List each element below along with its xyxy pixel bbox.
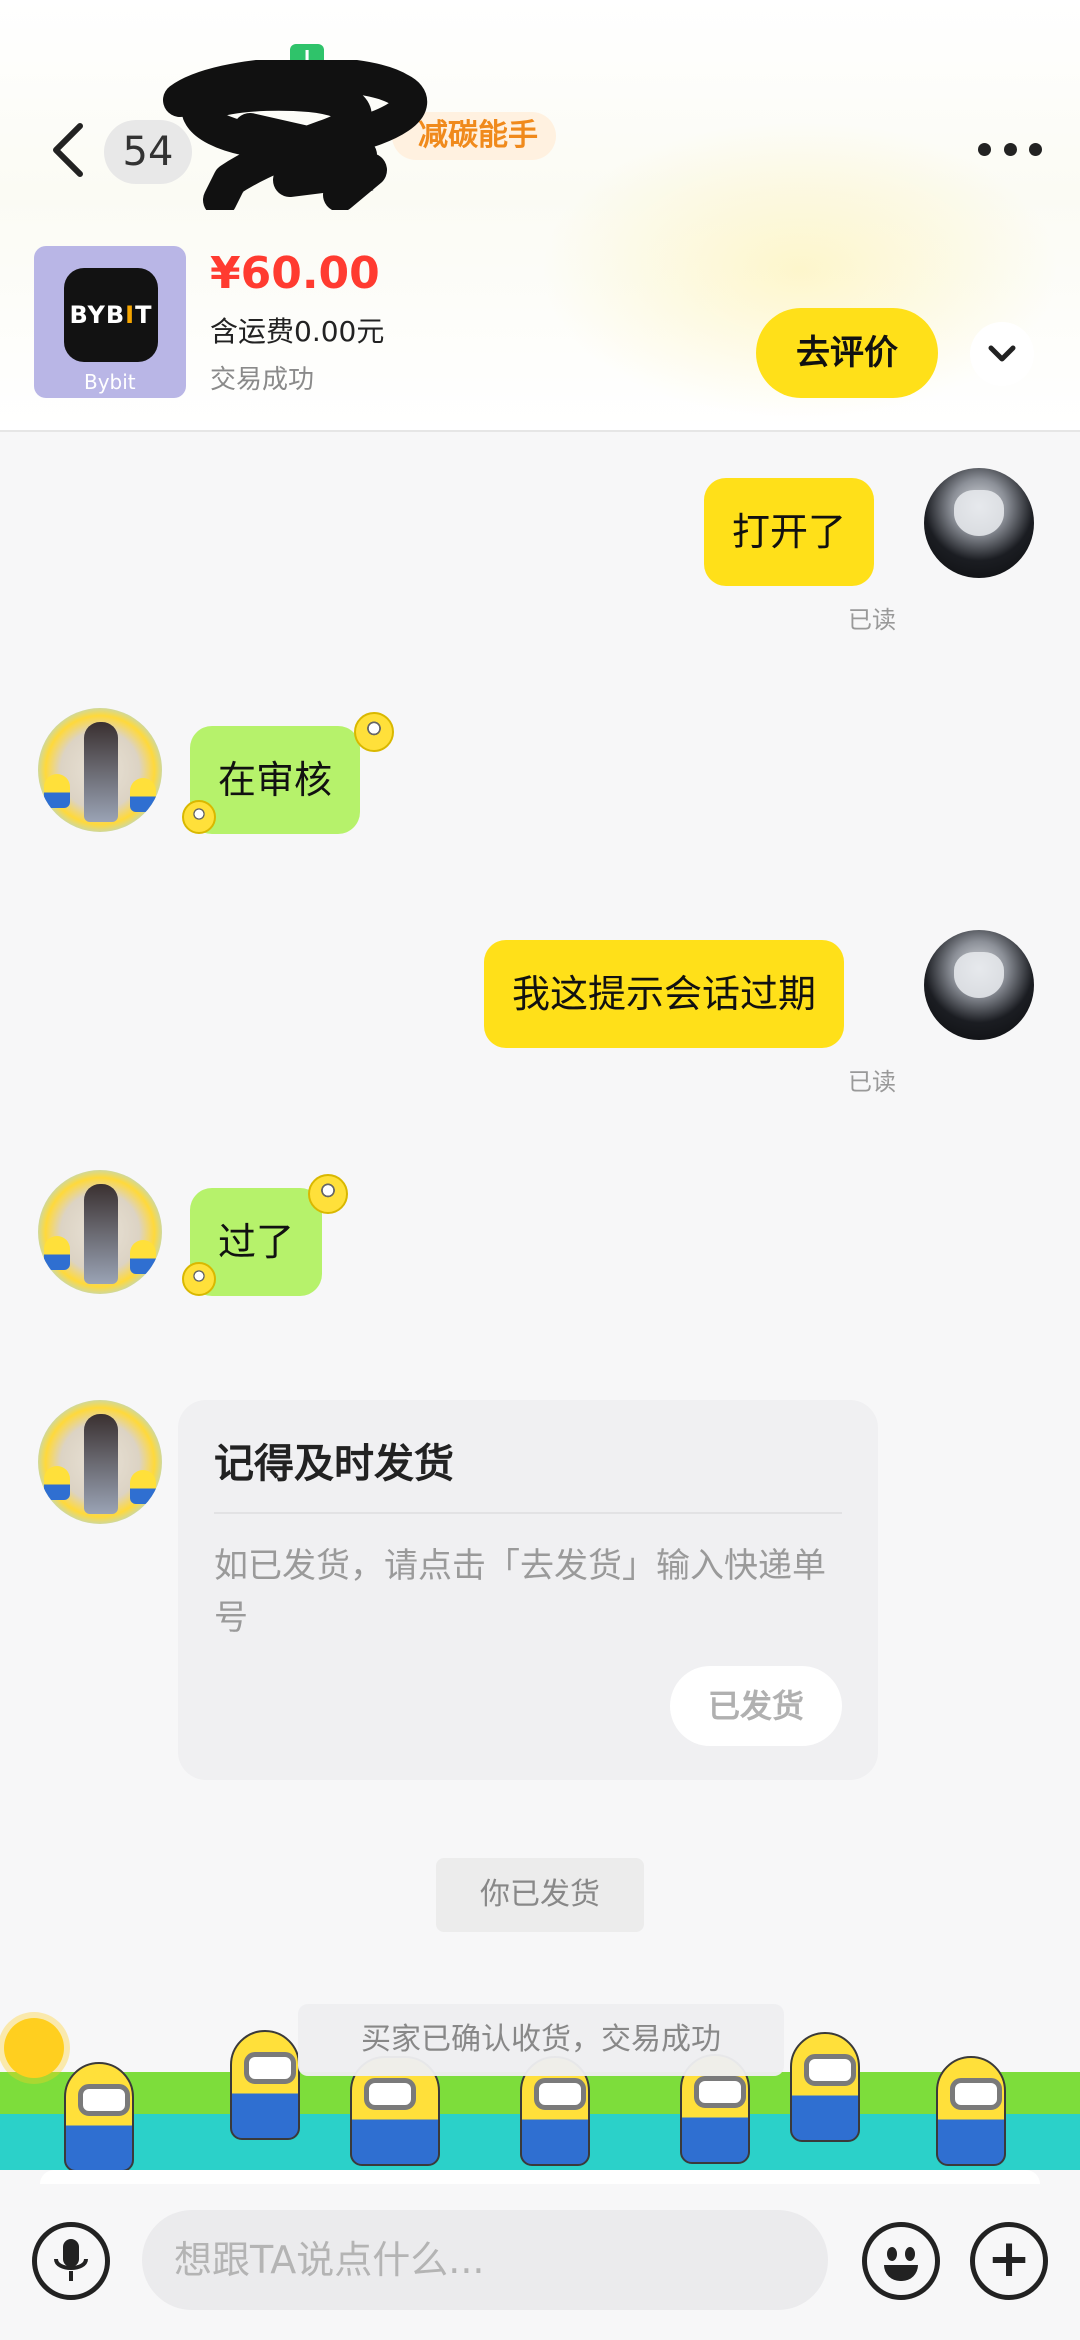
read-receipt: 已读 — [848, 606, 896, 634]
avatar-minion — [44, 774, 70, 808]
bybit-logo: BYBIT — [64, 268, 158, 362]
review-button[interactable]: 去评价 — [756, 308, 938, 398]
back-arrow-icon — [53, 123, 83, 177]
peer-avatar[interactable] — [38, 1400, 162, 1524]
shipped-button[interactable]: 已发货 — [670, 1666, 842, 1746]
card-title: 记得及时发货 — [214, 1441, 454, 1487]
shipping-reminder-card: 记得及时发货 如已发货，请点击「去发货」输入快递单号 已发货 — [178, 1400, 878, 1780]
avatar-minion — [44, 1236, 70, 1270]
avatar-minion — [130, 1470, 156, 1504]
message-input[interactable] — [142, 2210, 828, 2310]
avatar-minion — [44, 1466, 70, 1500]
minion-figure — [790, 2032, 860, 2142]
chevron-down-icon — [988, 345, 1016, 362]
system-note-confirmed: 买家已确认收货，交易成功 — [298, 2004, 784, 2076]
peer-avatar[interactable] — [38, 708, 162, 832]
card-divider — [214, 1512, 842, 1514]
expand-button[interactable] — [970, 322, 1034, 386]
product-price: ¥60.00 — [210, 248, 380, 299]
bubble-minion-decoration — [354, 712, 394, 752]
message-bubble-self[interactable]: 我这提示会话过期 — [484, 940, 845, 1048]
emoji-icon — [887, 2247, 897, 2261]
avatar-minion — [130, 778, 156, 812]
avatar-person — [84, 1414, 118, 1514]
minion-figure — [936, 2056, 1006, 2166]
bubble-minion-decoration — [182, 800, 216, 834]
shipping-fee: 含运费0.00元 — [210, 315, 385, 348]
redaction-scribble — [163, 60, 427, 210]
trade-status: 交易成功 — [210, 365, 315, 395]
chat-header: ↓ 54 会 *1 减碳能手 BYBIT Bybit ¥60.00 含运费0.00… — [0, 0, 1080, 432]
plus-icon: + — [987, 2229, 1031, 2289]
minion-figure — [230, 2030, 300, 2140]
sun-icon — [4, 2018, 64, 2078]
back-button[interactable] — [44, 120, 94, 180]
emoji-eye — [905, 2247, 915, 2261]
more-options-button[interactable] — [978, 134, 1042, 164]
self-avatar[interactable] — [924, 468, 1034, 578]
avatar-person — [84, 1184, 118, 1284]
input-bar: + — [0, 2170, 1080, 2340]
product-thumbnail[interactable]: BYBIT Bybit — [34, 246, 186, 398]
avatar-person — [84, 722, 118, 822]
minion-figure — [64, 2062, 134, 2170]
system-note-shipped: 你已发货 — [436, 1858, 644, 1932]
avatar-minion — [130, 1240, 156, 1274]
self-avatar[interactable] — [924, 930, 1034, 1040]
voice-icon — [54, 2239, 88, 2281]
product-thumb-brand: Bybit — [84, 370, 136, 394]
emoji-mouth — [884, 2265, 918, 2281]
more-icon — [978, 142, 991, 156]
message-bubble-self[interactable]: 打开了 — [704, 478, 875, 586]
peer-avatar[interactable] — [38, 1170, 162, 1294]
voice-button[interactable] — [32, 2222, 110, 2300]
bubble-minion-decoration — [308, 1174, 348, 1214]
bubble-minion-decoration — [182, 1262, 216, 1296]
read-receipt: 已读 — [848, 1068, 896, 1096]
plus-button[interactable]: + — [970, 2222, 1048, 2300]
emoji-button[interactable] — [862, 2222, 940, 2300]
card-body: 如已发货，请点击「去发货」输入快递单号 — [214, 1546, 826, 1638]
input-bar-edge — [40, 2170, 1040, 2184]
